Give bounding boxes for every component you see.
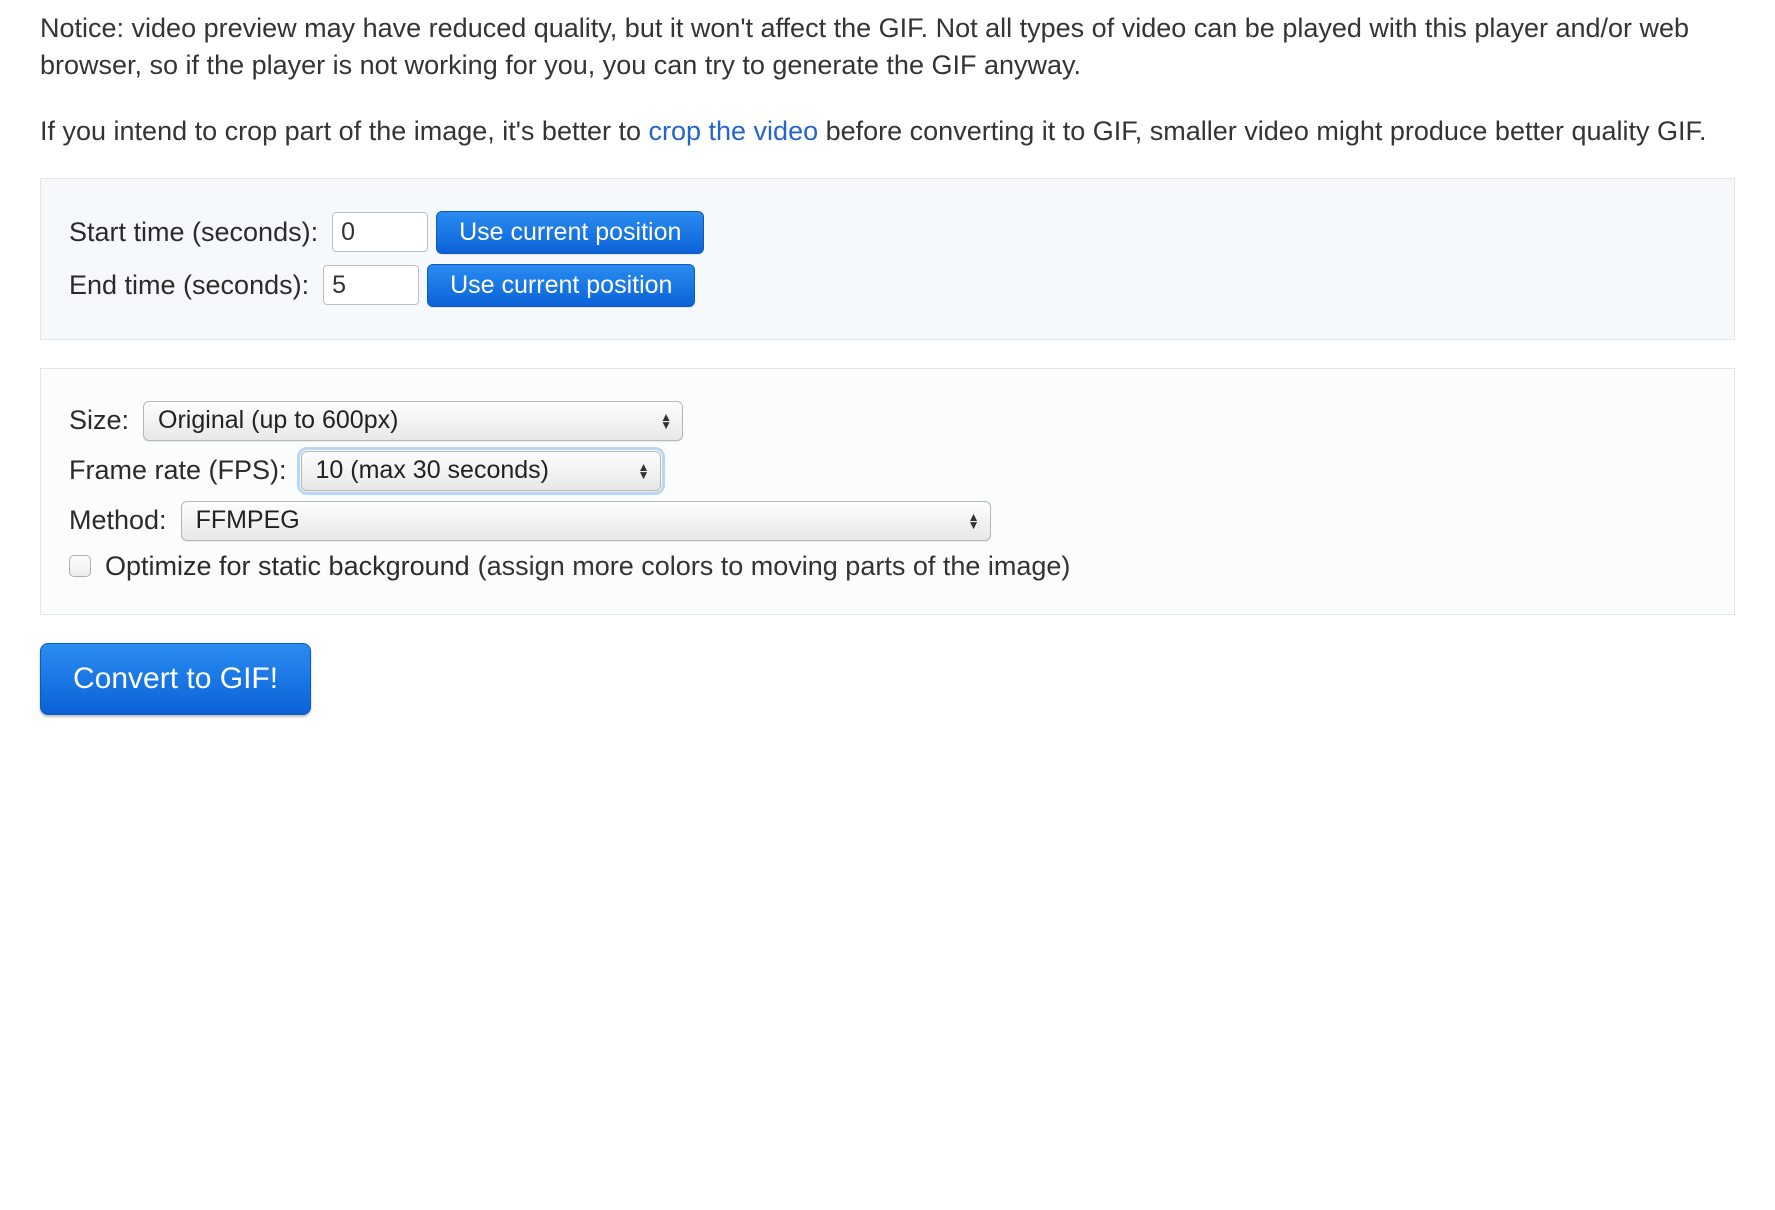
fps-label: Frame rate (FPS):: [69, 455, 287, 486]
convert-button[interactable]: Convert to GIF!: [40, 643, 311, 715]
time-panel: Start time (seconds): Use current positi…: [40, 178, 1735, 340]
fps-select-value: 10 (max 30 seconds): [316, 456, 549, 485]
notice-p2-post: before converting it to GIF, smaller vid…: [818, 116, 1706, 146]
method-select[interactable]: FFMPEG ▲▼: [181, 501, 991, 541]
updown-icon: ▲▼: [968, 513, 980, 529]
method-label: Method:: [69, 505, 167, 536]
updown-icon: ▲▼: [660, 413, 672, 429]
size-select[interactable]: Original (up to 600px) ▲▼: [143, 401, 683, 441]
optimize-hint: (assign more colors to moving parts of t…: [478, 551, 1071, 582]
notice-block: Notice: video preview may have reduced q…: [40, 10, 1735, 150]
optimize-row: Optimize for static background (assign m…: [69, 551, 1706, 582]
end-time-input[interactable]: [323, 265, 419, 305]
notice-paragraph-1: Notice: video preview may have reduced q…: [40, 10, 1735, 85]
options-panel: Size: Original (up to 600px) ▲▼ Frame ra…: [40, 368, 1735, 615]
end-time-label: End time (seconds):: [69, 270, 309, 301]
method-select-value: FFMPEG: [196, 506, 300, 535]
size-label: Size:: [69, 405, 129, 436]
optimize-checkbox[interactable]: [69, 555, 91, 577]
optimize-label: Optimize for static background: [105, 551, 470, 582]
start-use-current-button[interactable]: Use current position: [436, 211, 704, 254]
method-row: Method: FFMPEG ▲▼: [69, 501, 1706, 541]
updown-icon: ▲▼: [638, 463, 650, 479]
end-time-row: End time (seconds): Use current position: [69, 264, 1706, 307]
size-row: Size: Original (up to 600px) ▲▼: [69, 401, 1706, 441]
size-select-value: Original (up to 600px): [158, 406, 398, 435]
fps-select[interactable]: 10 (max 30 seconds) ▲▼: [301, 451, 661, 491]
start-time-label: Start time (seconds):: [69, 217, 318, 248]
notice-paragraph-2: If you intend to crop part of the image,…: [40, 113, 1735, 150]
end-use-current-button[interactable]: Use current position: [427, 264, 695, 307]
crop-video-link[interactable]: crop the video: [649, 116, 819, 146]
start-time-row: Start time (seconds): Use current positi…: [69, 211, 1706, 254]
fps-row: Frame rate (FPS): 10 (max 30 seconds) ▲▼: [69, 451, 1706, 491]
start-time-input[interactable]: [332, 212, 428, 252]
notice-p2-pre: If you intend to crop part of the image,…: [40, 116, 649, 146]
